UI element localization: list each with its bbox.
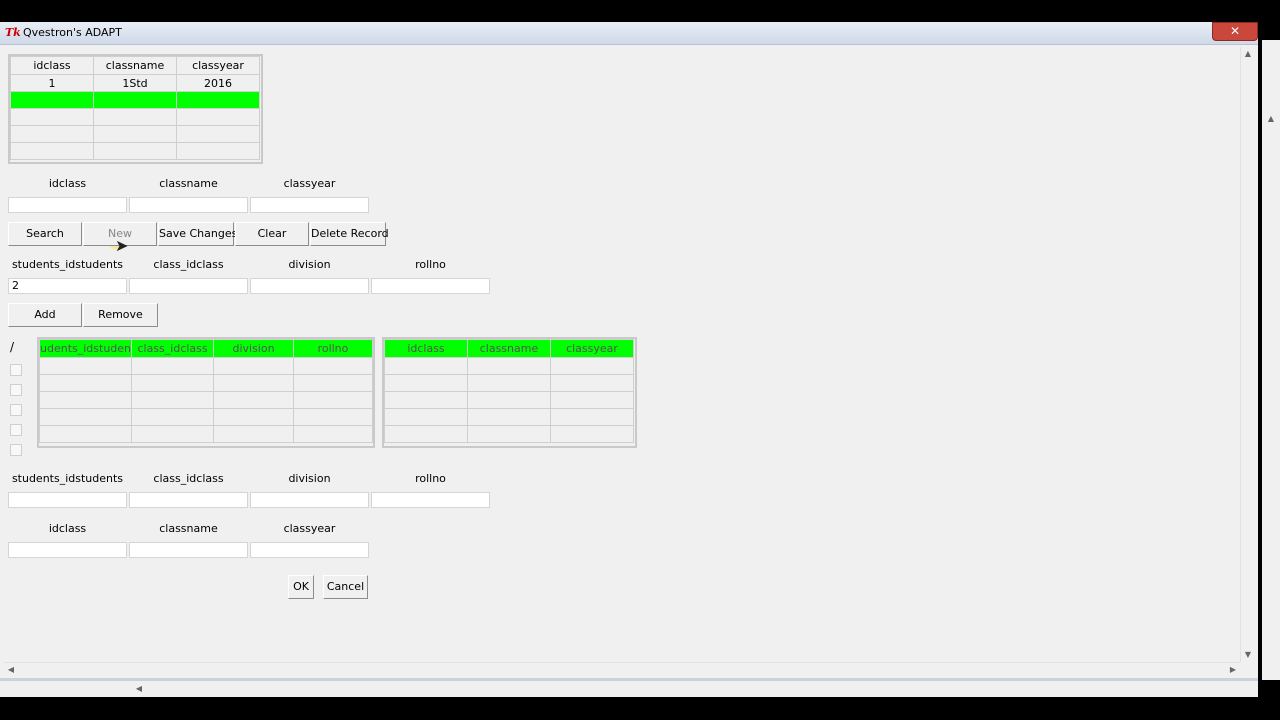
classyear-label: classyear	[283, 177, 336, 190]
row-checkbox[interactable]	[10, 364, 22, 376]
row-checkbox[interactable]	[10, 444, 22, 456]
table-row[interactable]	[38, 408, 374, 426]
cancel-button[interactable]: Cancel	[323, 575, 368, 599]
table-row[interactable]	[384, 391, 634, 409]
rollno-label-2: rollno	[415, 472, 446, 485]
rollno-label: rollno	[415, 258, 446, 271]
table-row[interactable]	[10, 142, 260, 160]
window-title: Qvestron's ADAPT	[23, 26, 122, 39]
scroll-up-arrow-icon[interactable]: ▲	[1241, 47, 1255, 61]
scroll-up-arrow-icon[interactable]: ▲	[1264, 112, 1278, 126]
delete-record-button[interactable]: Delete Record	[310, 222, 389, 246]
class-idclass-label-2: class_idclass	[153, 472, 224, 485]
table-row[interactable]	[10, 125, 260, 143]
students-grid-header-idstudents[interactable]: udents_idstuden	[38, 339, 133, 358]
students-grid-header-class-idclass[interactable]: class_idclass	[131, 339, 215, 358]
table-row[interactable]	[38, 374, 374, 392]
classyear-input[interactable]	[250, 197, 369, 213]
class-idclass-input[interactable]	[129, 278, 248, 294]
scroll-right-arrow-icon[interactable]: ▶	[1226, 663, 1240, 677]
rollno-input[interactable]	[371, 278, 490, 294]
class-grid-header-classname[interactable]: classname	[93, 56, 177, 75]
table-row[interactable]	[384, 425, 634, 443]
mouse-pointer-icon: ➤	[115, 236, 129, 255]
save-changes-button[interactable]: Save Changes	[158, 222, 237, 246]
row-checkbox[interactable]	[10, 424, 22, 436]
classes-grid-header-idclass[interactable]: idclass	[384, 339, 468, 358]
table-row[interactable]	[10, 108, 260, 126]
class-grid: idclass classname classyear 1 1Std 2016	[8, 54, 263, 164]
table-row[interactable]	[38, 391, 374, 409]
table-row[interactable]	[384, 357, 634, 375]
students-idstudents-input-2[interactable]	[8, 492, 127, 508]
row-checkbox[interactable]	[10, 404, 22, 416]
table-row[interactable]: 1 1Std 2016	[10, 74, 260, 92]
division-label-2: division	[288, 472, 331, 485]
classname-input-2[interactable]	[129, 542, 248, 558]
classname-label: classname	[159, 177, 218, 190]
ok-button[interactable]: OK	[288, 575, 314, 599]
class-idclass-input-2[interactable]	[129, 492, 248, 508]
idclass-label: idclass	[48, 177, 87, 190]
table-row[interactable]	[38, 425, 374, 443]
students-grid-header-rollno[interactable]: rollno	[292, 339, 374, 358]
classes-grid-header-classyear[interactable]: classyear	[550, 339, 634, 358]
classname-input[interactable]	[129, 197, 248, 213]
idclass-input-2[interactable]	[8, 542, 127, 558]
students-idstudents-label: students_idstudents	[11, 258, 124, 271]
scroll-left-arrow-icon[interactable]: ◀	[4, 663, 18, 677]
table-row[interactable]	[384, 374, 634, 392]
division-input[interactable]	[250, 278, 369, 294]
classyear-input-2[interactable]	[250, 542, 369, 558]
horizontal-scrollbar[interactable]: ◀ ▶	[4, 662, 1240, 677]
division-input-2[interactable]	[250, 492, 369, 508]
classes-grid: idclass classname classyear	[382, 337, 637, 448]
classyear-label-2: classyear	[283, 522, 336, 535]
class-grid-header-idclass[interactable]: idclass	[10, 56, 94, 75]
students-idstudents-input[interactable]: 2	[8, 278, 127, 294]
add-button[interactable]: Add	[8, 303, 82, 327]
row-checkbox[interactable]	[10, 384, 22, 396]
students-grid: udents_idstuden class_idclass division r…	[37, 337, 375, 448]
rollno-input-2[interactable]	[371, 492, 490, 508]
scroll-left-arrow-icon[interactable]: ◀	[132, 682, 146, 696]
scroll-down-arrow-icon[interactable]: ▼	[1241, 648, 1255, 662]
table-row[interactable]	[38, 357, 374, 375]
outer-horizontal-scrollbar[interactable]: ◀	[0, 680, 1258, 697]
students-grid-header-division[interactable]: division	[213, 339, 294, 358]
table-row-selected[interactable]	[10, 91, 260, 109]
classes-grid-header-classname[interactable]: classname	[467, 339, 551, 358]
table-cell[interactable]: 1Std	[93, 74, 177, 92]
idclass-input[interactable]	[8, 197, 127, 213]
close-button[interactable]: ✕	[1212, 22, 1258, 41]
classname-label-2: classname	[159, 522, 218, 535]
table-cell[interactable]: 1	[10, 74, 94, 92]
vertical-scrollbar[interactable]: ▲ ▼	[1240, 47, 1256, 662]
idclass-label-2: idclass	[48, 522, 87, 535]
students-idstudents-label-2: students_idstudents	[11, 472, 124, 485]
app-icon: Tk	[5, 26, 21, 39]
title-bar: Tk Qvestron's ADAPT	[0, 22, 1258, 45]
table-cell[interactable]: 2016	[176, 74, 260, 92]
class-grid-header-classyear[interactable]: classyear	[176, 56, 260, 75]
class-idclass-label: class_idclass	[153, 258, 224, 271]
search-button[interactable]: Search	[8, 222, 82, 246]
table-row[interactable]	[384, 408, 634, 426]
clear-button[interactable]: Clear	[235, 222, 309, 246]
remove-button[interactable]: Remove	[83, 303, 158, 327]
outer-scrollbar[interactable]: ▲	[1262, 40, 1280, 680]
division-label: division	[288, 258, 331, 271]
checkbox-column-header: /	[10, 340, 15, 354]
